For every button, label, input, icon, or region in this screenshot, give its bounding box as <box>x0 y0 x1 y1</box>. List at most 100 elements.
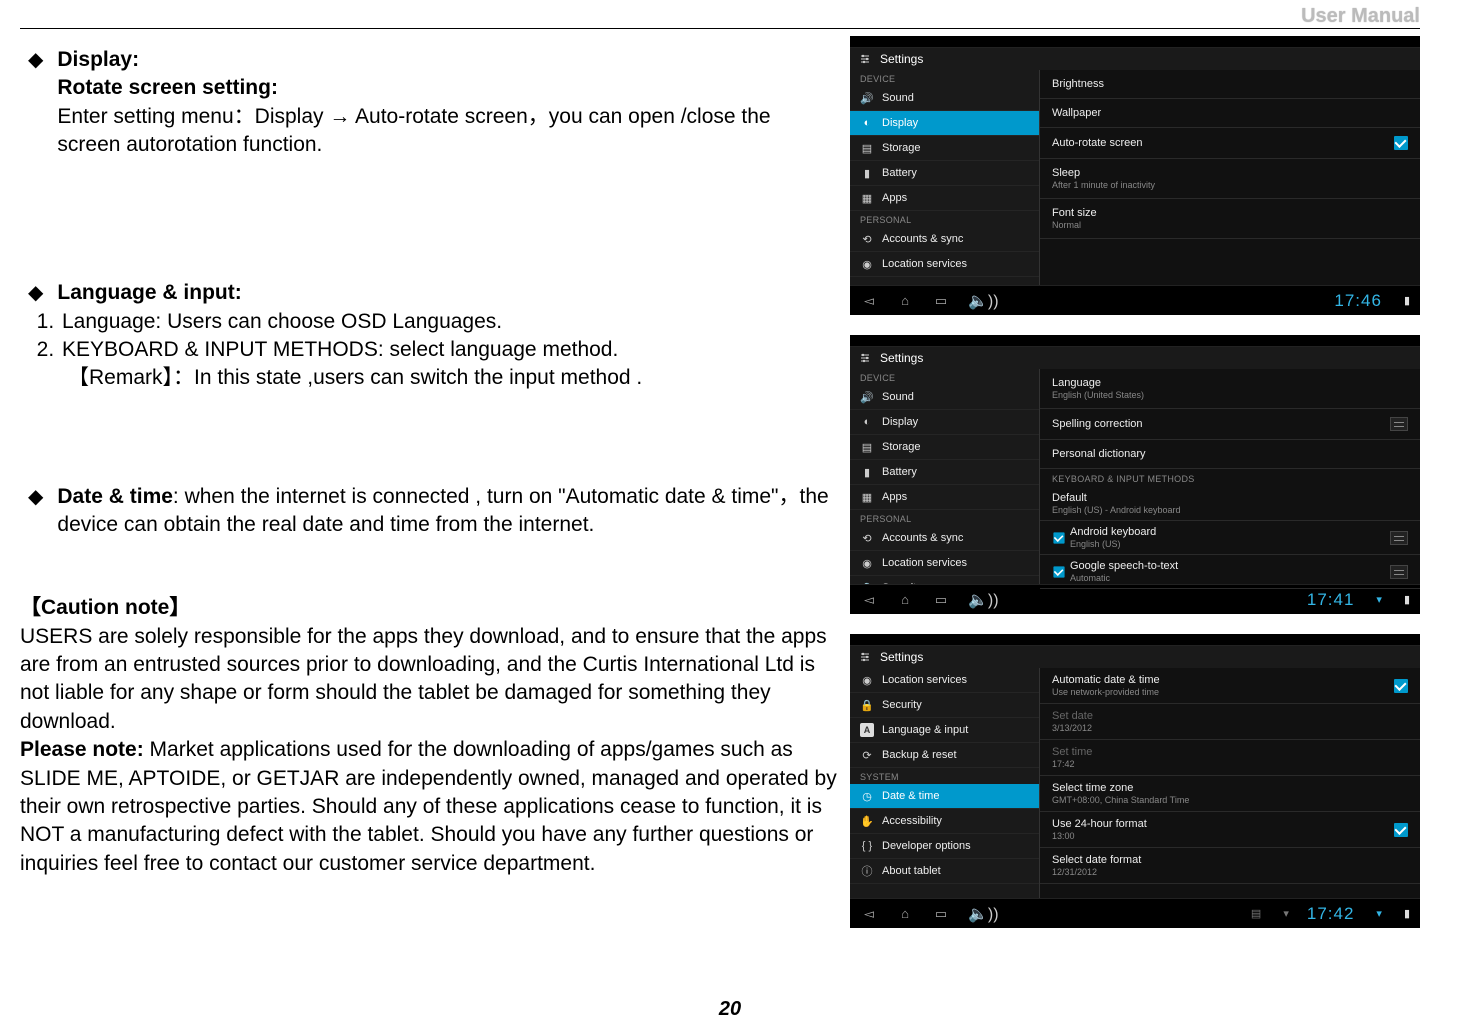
sidebar-item-developer[interactable]: { }Developer options <box>850 834 1039 859</box>
sidebar-item-accounts[interactable]: ⟲Accounts & sync <box>850 526 1039 551</box>
sidebar-item-display[interactable]: ◐Display <box>850 111 1039 136</box>
sidebar-item-sound[interactable]: 🔊Sound <box>850 86 1039 111</box>
android-kb-row[interactable]: Android keyboardEnglish (US) <box>1040 521 1420 555</box>
volume-icon[interactable]: 🔈)) <box>968 904 999 924</box>
settings-sliders-icon <box>858 650 872 664</box>
battery-tray-icon: ▮ <box>1404 294 1410 307</box>
apps-icon: ▦ <box>860 191 874 205</box>
sidebar-item-apps[interactable]: ▦Apps <box>850 186 1039 211</box>
google-speech-row[interactable]: Google speech-to-textAutomatic <box>1040 555 1420 589</box>
section-header: DEVICE <box>850 70 1039 86</box>
page-number: 20 <box>719 998 741 1021</box>
sidebar-item-storage[interactable]: ▤Storage <box>850 435 1039 460</box>
slider-button-icon[interactable] <box>1390 565 1408 579</box>
sidebar-item-accessibility[interactable]: ✋Accessibility <box>850 809 1039 834</box>
location-icon: ◉ <box>860 673 874 687</box>
sidebar-item-battery[interactable]: ▮Battery <box>850 460 1039 485</box>
storage-icon: ▤ <box>860 440 874 454</box>
brightness-row[interactable]: Brightness <box>1040 70 1420 99</box>
clock-icon: ◷ <box>860 789 874 803</box>
recent-button[interactable]: ▭ <box>932 592 950 608</box>
checked-icon <box>1394 823 1408 837</box>
lang-remark: 【Remark】：In this state ,users can switch… <box>68 364 840 392</box>
please-note-label: Please note: <box>20 738 144 761</box>
sd-tray-icon: ▤ <box>1251 907 1261 920</box>
set-date-row: Set date3/13/2012 <box>1040 704 1420 740</box>
sidebar-item-storage[interactable]: ▤Storage <box>850 136 1039 161</box>
slider-button-icon[interactable] <box>1390 417 1408 431</box>
recent-button[interactable]: ▭ <box>932 906 950 922</box>
slider-button-icon[interactable] <box>1390 531 1408 545</box>
recent-button[interactable]: ▭ <box>932 293 950 309</box>
sidebar-item-about[interactable]: ⓘAbout tablet <box>850 859 1039 884</box>
back-button[interactable]: ◅ <box>860 293 878 309</box>
battery-tray-icon: ▮ <box>1404 593 1410 606</box>
sync-icon: ⟲ <box>860 531 874 545</box>
fontsize-row[interactable]: Font sizeNormal <box>1040 199 1420 239</box>
sidebar-item-battery[interactable]: ▮Battery <box>850 161 1039 186</box>
screenshot-language-input: Settings DEVICE 🔊Sound ◐Display ▤Storage… <box>850 335 1420 614</box>
apps-icon: ▦ <box>860 490 874 504</box>
home-button[interactable]: ⌂ <box>896 293 914 308</box>
format24-row[interactable]: Use 24-hour format13:00 <box>1040 812 1420 848</box>
settings-title: Settings <box>880 52 923 66</box>
sidebar-item-location[interactable]: ◉Location services <box>850 551 1039 576</box>
document-text: ◆ Display: Rotate screen setting: Enter … <box>20 46 840 878</box>
lock-icon: 🔒 <box>860 581 874 584</box>
sidebar-item-apps[interactable]: ▦Apps <box>850 485 1039 510</box>
sidebar-item-backup[interactable]: ⟳Backup & reset <box>850 743 1039 768</box>
lang-list: Language: Users can choose OSD Languages… <box>42 308 840 365</box>
section-header: DEVICE <box>850 369 1039 385</box>
bullet-diamond-icon: ◆ <box>28 483 43 511</box>
lang-heading: Language & input: <box>57 279 241 307</box>
wifi-tray-icon: ▾ <box>1376 593 1382 606</box>
sidebar-item-display[interactable]: ◐Display <box>850 410 1039 435</box>
speaker-icon: 🔊 <box>860 91 874 105</box>
settings-sliders-icon <box>858 351 872 365</box>
bullet-diamond-icon: ◆ <box>28 46 43 74</box>
checked-icon <box>1394 679 1408 693</box>
set-time-row: Set time17:42 <box>1040 740 1420 776</box>
home-button[interactable]: ⌂ <box>896 592 914 607</box>
lang-li1: Language: Users can choose OSD Languages… <box>60 308 840 336</box>
volume-icon[interactable]: 🔈)) <box>968 590 999 610</box>
sidebar-item-datetime[interactable]: ◷Date & time <box>850 784 1039 809</box>
sidebar-item-security[interactable]: 🔒Security <box>850 693 1039 718</box>
auto-datetime-row[interactable]: Automatic date & timeUse network-provide… <box>1040 668 1420 704</box>
wifi-tray-icon: ▾ <box>1376 907 1382 920</box>
sleep-row[interactable]: SleepAfter 1 minute of inactivity <box>1040 159 1420 199</box>
spelling-row[interactable]: Spelling correction <box>1040 409 1420 440</box>
sidebar-item-security[interactable]: 🔒Security <box>850 576 1039 584</box>
checked-icon <box>1053 532 1064 543</box>
home-button[interactable]: ⌂ <box>896 906 914 921</box>
sidebar-item-sound[interactable]: 🔊Sound <box>850 385 1039 410</box>
section-header: SYSTEM <box>850 768 1039 784</box>
dateformat-row[interactable]: Select date format12/31/2012 <box>1040 848 1420 884</box>
default-kb-row[interactable]: DefaultEnglish (US) - Android keyboard <box>1040 487 1420 521</box>
clock: 17:41 <box>1307 590 1355 610</box>
sidebar-item-language[interactable]: ALanguage & input <box>850 718 1039 743</box>
sidebar-item-location[interactable]: ◉Location services <box>850 252 1039 277</box>
accessibility-icon: ✋ <box>860 814 874 828</box>
back-button[interactable]: ◅ <box>860 592 878 608</box>
backup-icon: ⟳ <box>860 748 874 762</box>
language-row[interactable]: LanguageEnglish (United States) <box>1040 369 1420 409</box>
volume-icon[interactable]: 🔈)) <box>968 291 999 311</box>
speaker-icon: 🔊 <box>860 390 874 404</box>
settings-title: Settings <box>880 650 923 664</box>
caution-p2: Please note: Market applications used fo… <box>20 736 840 878</box>
back-button[interactable]: ◅ <box>860 906 878 922</box>
caution-title: 【Caution note】 <box>20 594 840 622</box>
clock: 17:46 <box>1334 291 1382 311</box>
settings-sliders-icon <box>858 52 872 66</box>
sidebar-item-accounts[interactable]: ⟲Accounts & sync <box>850 227 1039 252</box>
wallpaper-row[interactable]: Wallpaper <box>1040 99 1420 128</box>
header-title: User Manual <box>1301 5 1420 28</box>
sidebar-item-location[interactable]: ◉Location services <box>850 668 1039 693</box>
timezone-row[interactable]: Select time zoneGMT+08:00, China Standar… <box>1040 776 1420 812</box>
screenshot-date-time: Settings ◉Location services 🔒Security AL… <box>850 634 1420 928</box>
dictionary-row[interactable]: Personal dictionary <box>1040 440 1420 469</box>
section-header: KEYBOARD & INPUT METHODS <box>1040 469 1420 487</box>
autorotate-row[interactable]: Auto-rotate screen <box>1040 128 1420 159</box>
sync-icon: ⟲ <box>860 232 874 246</box>
